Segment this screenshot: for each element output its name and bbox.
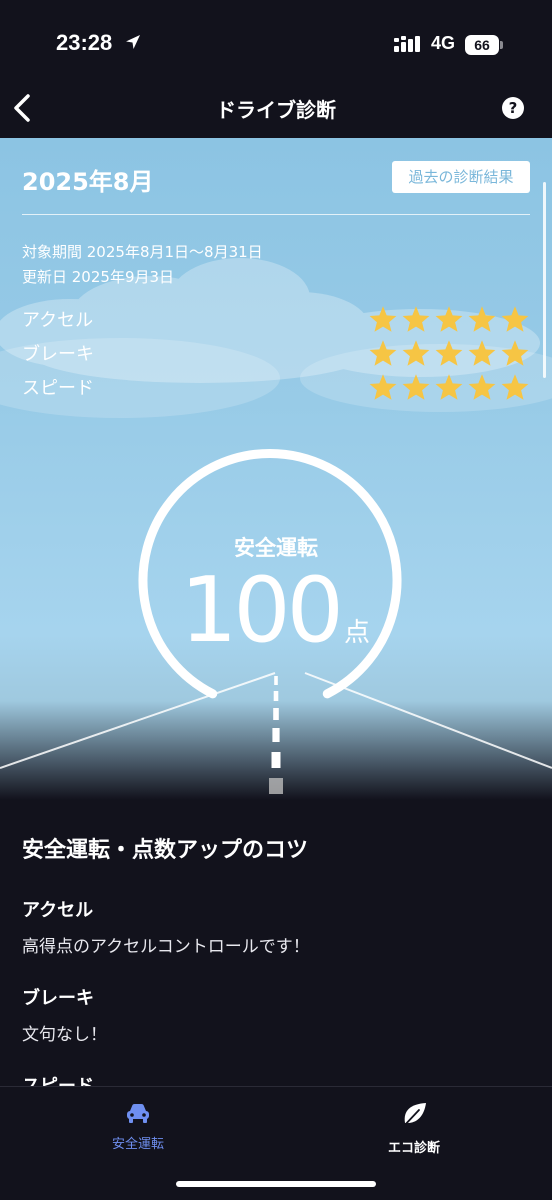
star-icon (501, 374, 529, 400)
rating-label-accelerator: アクセル (22, 310, 94, 331)
star-icon (369, 340, 397, 366)
location-arrow-icon (126, 35, 140, 49)
status-time: 23:28 (56, 30, 113, 55)
past-results-button[interactable]: 過去の診断結果 (392, 161, 530, 193)
rating-label-speed: スピード (22, 378, 94, 399)
tab-safe-driving[interactable]: 安全運転 (78, 1101, 198, 1152)
gauge-unit: 点 (344, 618, 371, 648)
tips-section: 安全運転・点数アップのコツ アクセル 高得点のアクセルコントロールです！ ブレー… (0, 800, 552, 1086)
tip-text-brake: 文句なし！ (22, 1025, 107, 1045)
star-icon (369, 306, 397, 332)
star-icon (402, 340, 430, 366)
star-icon (369, 374, 397, 400)
sky-road-illustration (0, 258, 552, 794)
signal-icon (394, 36, 420, 52)
tab-eco-diagnosis[interactable]: エコ診断 (354, 1101, 474, 1156)
tips-title: 安全運転・点数アップのコツ (22, 838, 309, 863)
star-icon (402, 374, 430, 400)
rating-label-brake: ブレーキ (22, 344, 94, 365)
battery-level: 66 (465, 35, 499, 55)
tab-eco-diagnosis-label: エコ診断 (387, 1141, 440, 1156)
target-period: 対象期間 2025年8月1日〜8月31日 (22, 243, 263, 261)
page-title: ドライブ診断 (216, 98, 336, 122)
star-icon (501, 306, 529, 332)
star-icon (501, 340, 529, 366)
star-icon (435, 374, 463, 400)
rating-stars-accelerator (368, 305, 530, 333)
rating-stars-brake (368, 339, 530, 367)
scrollbar[interactable] (543, 182, 546, 378)
rating-stars-speed (368, 373, 530, 401)
tip-text-accelerator: 高得点のアクセルコントロールです！ (22, 937, 310, 957)
tip-heading-speed: スピード (22, 1072, 94, 1086)
battery-tip (500, 41, 503, 49)
tab-safe-driving-label: 安全運転 (111, 1137, 164, 1152)
car-icon (127, 1104, 149, 1123)
network-type: 4G (431, 33, 456, 53)
star-icon (468, 306, 496, 332)
divider (22, 214, 530, 215)
tip-heading-accelerator: アクセル (22, 900, 94, 921)
tip-heading-brake: ブレーキ (22, 988, 94, 1009)
nav-bar: ドライブ診断 ? (0, 80, 552, 138)
star-icon (435, 340, 463, 366)
help-button[interactable]: ? (502, 97, 524, 119)
star-icon (468, 374, 496, 400)
updated-date: 更新日 2025年9月3日 (22, 268, 175, 286)
star-icon (402, 306, 430, 332)
leaf-icon (402, 1103, 426, 1128)
month-title: 2025年8月 (22, 168, 154, 196)
star-icon (435, 306, 463, 332)
summary-panel: 2025年8月 過去の診断結果 対象期間 2025年8月1日〜8月31日 更新日… (0, 138, 552, 800)
status-bar: 23:28 4G 66 (0, 0, 552, 80)
home-indicator[interactable] (176, 1181, 376, 1187)
gauge-score: 100 (180, 558, 344, 663)
star-icon (468, 340, 496, 366)
